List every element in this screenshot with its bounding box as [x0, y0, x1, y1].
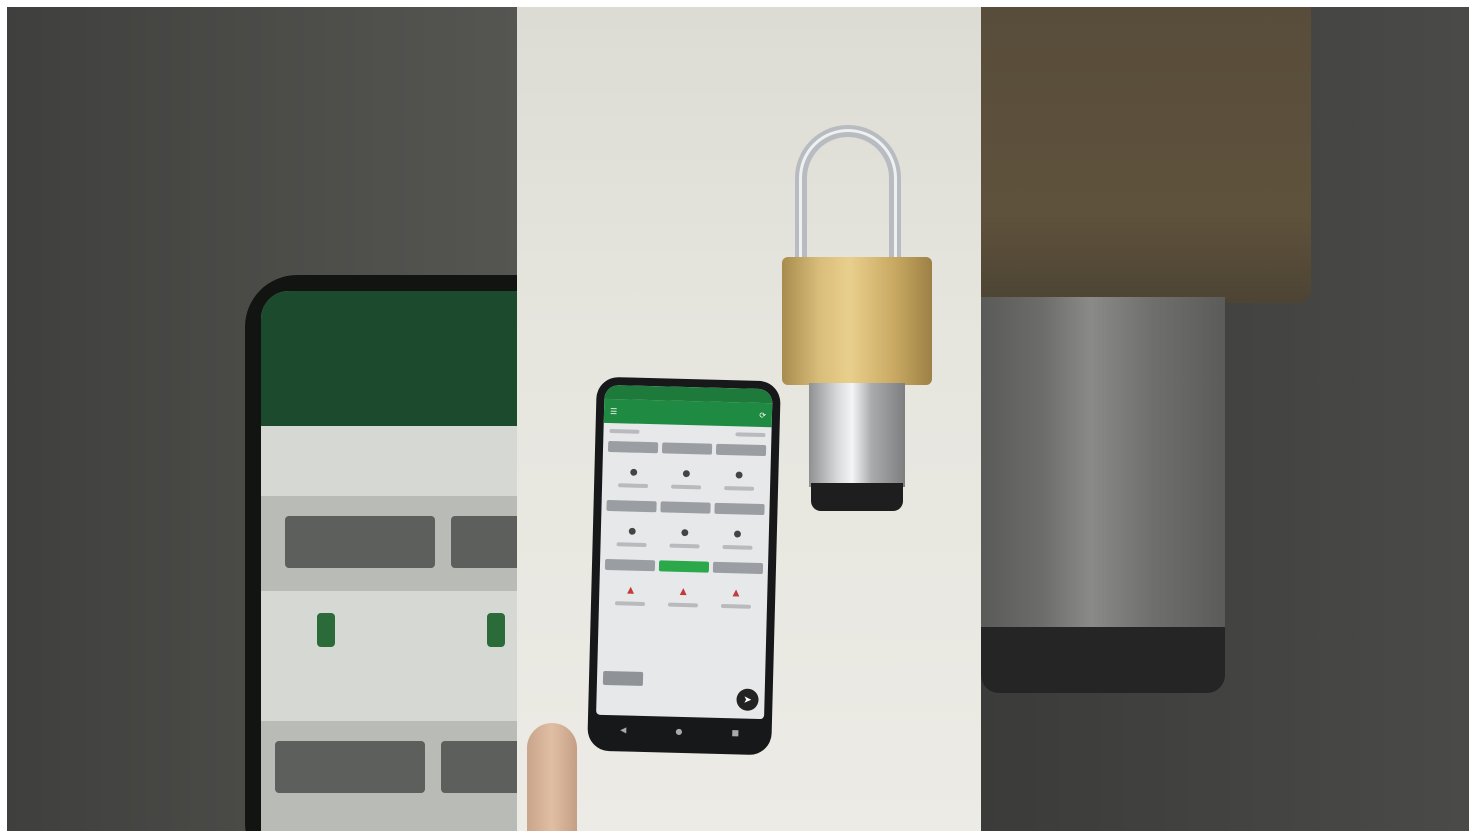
grid-button[interactable]	[604, 558, 656, 572]
icon-label	[616, 541, 647, 547]
icon-row: ● ● ●	[602, 454, 771, 502]
lock-icon: ●	[682, 468, 691, 479]
blurred-row	[261, 426, 517, 496]
icon-cell[interactable]: ●	[605, 517, 659, 556]
icon-cell[interactable]: ●	[659, 459, 713, 498]
icon-cell[interactable]: ▲	[604, 576, 658, 615]
nav-home-icon[interactable]: ●	[675, 726, 682, 735]
refresh-icon[interactable]: ⟳	[759, 410, 766, 419]
alert-icon: ▲	[679, 586, 687, 597]
icon-label	[618, 482, 649, 488]
lock-icon: ●	[735, 469, 744, 481]
icon-cell[interactable]: ▲	[709, 579, 763, 618]
blurred-steel-cylinder	[981, 297, 1225, 642]
phone-screen: ☰ ⟳ ● ● ● ● ● ● ▲ ▲ ▲ ➤	[596, 384, 773, 720]
menu-icon[interactable]: ☰	[610, 407, 617, 416]
blurred-icon	[317, 613, 335, 647]
lock-icon: ●	[629, 467, 638, 478]
icon-label	[723, 485, 754, 491]
grid-button-active[interactable]	[658, 560, 710, 573]
blurred-row	[261, 591, 517, 721]
icon-cell[interactable]: ▲	[656, 577, 710, 616]
icon-label	[720, 603, 751, 609]
alert-icon: ▲	[627, 585, 635, 596]
padlock-cylinder-base	[811, 483, 903, 511]
right-blurred-background	[981, 7, 1469, 831]
icon-row: ● ● ●	[600, 513, 769, 561]
blurred-brass-body	[981, 7, 1311, 303]
icon-label	[669, 543, 700, 548]
grid-button[interactable]	[712, 561, 764, 575]
info-label	[735, 432, 766, 438]
bottom-button[interactable]	[602, 670, 644, 686]
key-icon: ●	[733, 528, 742, 539]
padlock-steel-cylinder	[809, 383, 905, 487]
grid-button[interactable]	[714, 502, 765, 516]
alert-icon: ▲	[732, 587, 740, 598]
nav-bar: ◀ ● ■	[595, 717, 764, 745]
icon-label	[722, 544, 753, 550]
icon-cell[interactable]: ●	[711, 520, 765, 559]
grid-button[interactable]	[606, 499, 657, 513]
icon-label	[667, 602, 699, 607]
grid-button[interactable]	[661, 442, 713, 455]
key-icon: ●	[680, 527, 689, 538]
grid-button[interactable]	[607, 440, 659, 454]
center-photo: ☰ ⟳ ● ● ● ● ● ● ▲ ▲ ▲ ➤ ◀ ● ■	[517, 7, 981, 831]
nav-recents-icon[interactable]: ■	[731, 728, 739, 737]
icon-row: ▲ ▲ ▲	[599, 572, 768, 620]
icon-cell[interactable]: ●	[607, 458, 661, 497]
photo-frame: ☰ ⟳ ● ● ● ● ● ● ▲ ▲ ▲ ➤ ◀ ● ■	[7, 7, 1469, 831]
icon-label	[615, 600, 646, 606]
blurred-button	[285, 516, 435, 568]
padlock-brass-body	[782, 257, 932, 385]
grid-button[interactable]	[715, 443, 767, 457]
icon-cell[interactable]: ●	[658, 518, 712, 557]
smartphone: ☰ ⟳ ● ● ● ● ● ● ▲ ▲ ▲ ➤ ◀ ● ■	[587, 376, 781, 756]
blurred-button	[441, 741, 517, 793]
fab-icon[interactable]: ➤	[736, 688, 759, 711]
icon-label	[671, 484, 702, 489]
finger	[527, 723, 577, 831]
grid-button[interactable]	[660, 501, 711, 514]
icon-cell[interactable]: ●	[712, 461, 766, 500]
blurred-button	[451, 516, 517, 568]
blurred-phone-screen	[261, 291, 517, 831]
blurred-button	[275, 741, 425, 793]
blurred-app-header	[261, 291, 517, 426]
key-icon: ●	[628, 526, 637, 537]
left-blurred-background	[7, 7, 517, 831]
blurred-cylinder-base	[981, 627, 1225, 693]
nav-back-icon[interactable]: ◀	[620, 725, 626, 734]
info-label	[609, 429, 640, 434]
blurred-icon	[487, 613, 505, 647]
